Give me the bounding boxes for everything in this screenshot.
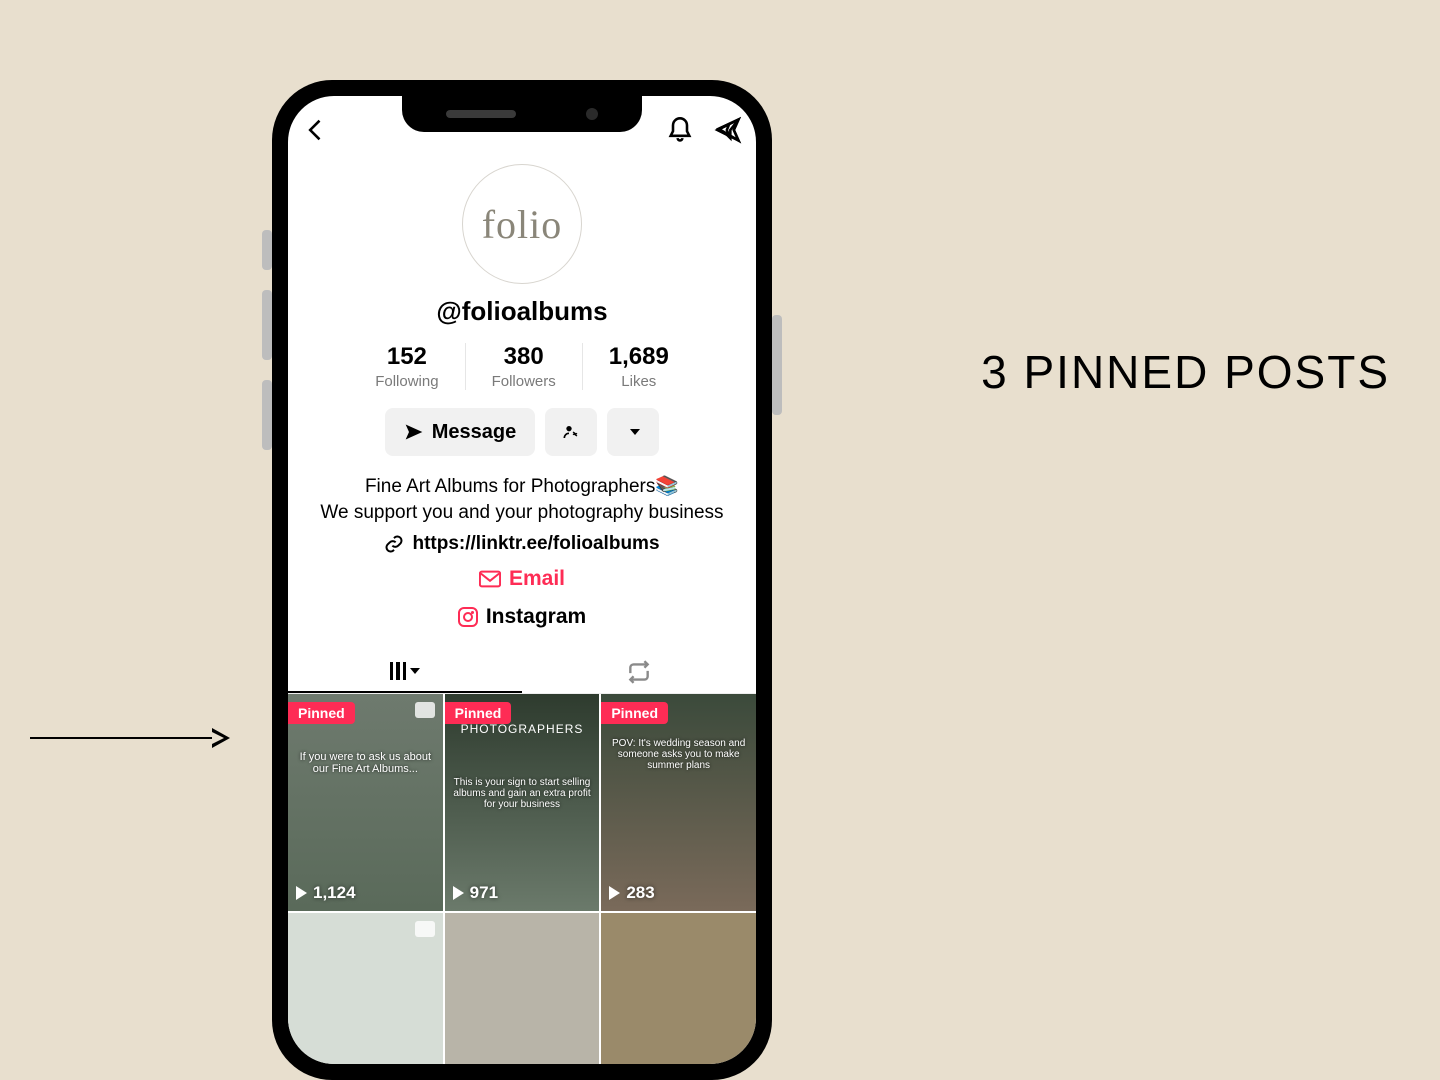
instagram-icon bbox=[458, 607, 478, 627]
profile-handle: @folioalbums bbox=[436, 296, 607, 327]
play-icon bbox=[296, 886, 307, 900]
tab-reposts[interactable] bbox=[522, 651, 756, 693]
followers-label: Followers bbox=[492, 373, 556, 390]
chevron-down-icon bbox=[410, 668, 420, 674]
bio-line-2: We support you and your photography busi… bbox=[320, 500, 723, 526]
pinned-badge: Pinned bbox=[601, 702, 668, 724]
chevron-down-icon bbox=[630, 429, 640, 435]
avatar-logo-text: folio bbox=[482, 201, 563, 248]
share-icon[interactable] bbox=[714, 116, 742, 149]
profile-link[interactable]: https://linktr.ee/folioalbums bbox=[384, 533, 659, 555]
post-thumbnail[interactable] bbox=[601, 913, 756, 1064]
more-dropdown-button[interactable] bbox=[607, 408, 659, 456]
following-label: Following bbox=[375, 373, 438, 390]
following-count: 152 bbox=[375, 343, 438, 371]
stat-following[interactable]: 152 Following bbox=[349, 343, 464, 390]
view-count: 971 bbox=[470, 883, 498, 903]
bio-line-1: Fine Art Albums for Photographers📚 bbox=[320, 474, 723, 500]
message-label: Message bbox=[432, 421, 517, 444]
link-text: https://linktr.ee/folioalbums bbox=[412, 533, 659, 555]
feed-icon bbox=[390, 662, 407, 680]
notifications-icon[interactable] bbox=[666, 116, 694, 149]
stat-followers[interactable]: 380 Followers bbox=[465, 343, 582, 390]
pinned-badge: Pinned bbox=[288, 702, 355, 724]
post-thumbnail[interactable] bbox=[445, 913, 600, 1064]
stat-likes[interactable]: 1,689 Likes bbox=[582, 343, 695, 390]
posts-grid: Pinned If you were to ask us about our F… bbox=[288, 694, 756, 1064]
post-caption: POV: It's wedding season and someone ask… bbox=[607, 738, 750, 771]
followers-count: 380 bbox=[492, 343, 556, 371]
multi-image-icon bbox=[415, 921, 435, 937]
post-title: PHOTOGRAPHERS bbox=[445, 722, 600, 736]
repost-icon bbox=[626, 659, 652, 685]
message-button[interactable]: Message bbox=[385, 408, 535, 456]
post-thumbnail[interactable]: Pinned POV: It's wedding season and some… bbox=[601, 694, 756, 911]
post-caption: If you were to ask us about our Fine Art… bbox=[294, 751, 437, 775]
back-button[interactable] bbox=[302, 116, 330, 149]
link-icon bbox=[384, 534, 404, 554]
tab-posts[interactable] bbox=[288, 651, 522, 693]
post-caption: This is your sign to start selling album… bbox=[451, 777, 594, 810]
instagram-label: Instagram bbox=[486, 605, 586, 629]
person-swap-icon bbox=[563, 421, 579, 443]
email-link[interactable]: Email bbox=[479, 567, 565, 591]
arrow-right-icon bbox=[30, 728, 230, 748]
likes-label: Likes bbox=[609, 373, 669, 390]
post-thumbnail[interactable]: Pinned If you were to ask us about our F… bbox=[288, 694, 443, 911]
avatar[interactable]: folio bbox=[462, 164, 582, 284]
post-thumbnail[interactable] bbox=[288, 913, 443, 1064]
view-count: 1,124 bbox=[313, 883, 356, 903]
add-friend-button[interactable] bbox=[545, 408, 597, 456]
multi-image-icon bbox=[415, 702, 435, 718]
play-icon bbox=[609, 886, 620, 900]
email-label: Email bbox=[509, 567, 565, 591]
send-icon bbox=[404, 422, 424, 442]
post-thumbnail[interactable]: Pinned PHOTOGRAPHERS This is your sign t… bbox=[445, 694, 600, 911]
annotation-title: 3 PINNED POSTS bbox=[981, 345, 1390, 399]
likes-count: 1,689 bbox=[609, 343, 669, 371]
view-count: 283 bbox=[626, 883, 654, 903]
phone-mockup: folio @folioalbums 152 Following 380 Fol… bbox=[272, 80, 772, 1080]
instagram-link[interactable]: Instagram bbox=[458, 605, 586, 629]
pinned-badge: Pinned bbox=[445, 702, 512, 724]
screen: folio @folioalbums 152 Following 380 Fol… bbox=[288, 96, 756, 1064]
play-icon bbox=[453, 886, 464, 900]
email-icon bbox=[479, 570, 501, 588]
